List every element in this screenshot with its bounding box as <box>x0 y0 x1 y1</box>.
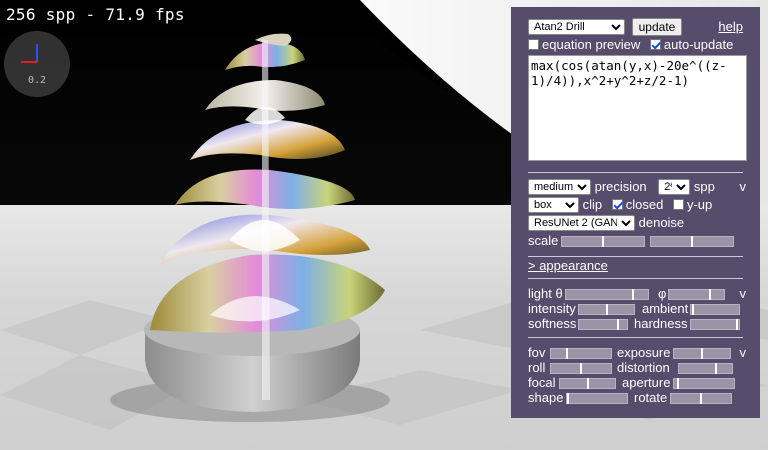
light-theta-slider[interactable] <box>565 289 649 300</box>
scale-readout: 0.2 <box>27 75 47 86</box>
fov-thumb[interactable] <box>566 348 568 359</box>
exposure-label: exposure <box>617 345 671 360</box>
denoise-label: denoise <box>638 215 685 230</box>
roll-slider[interactable] <box>550 363 612 374</box>
divider <box>528 278 743 279</box>
light-theta-label: light θ <box>528 286 563 301</box>
scale-label: scale <box>528 233 559 248</box>
fov-label: fov <box>528 345 546 360</box>
focal-slider[interactable] <box>559 378 616 389</box>
divider <box>528 256 743 257</box>
shape-label: shape <box>528 390 564 405</box>
closed-label: closed <box>625 197 664 212</box>
rotate-thumb[interactable] <box>700 393 702 404</box>
closed-checkbox[interactable] <box>611 199 623 210</box>
distortion-label: distortion <box>617 360 670 375</box>
precision-row: medium precision 2ª spp v <box>528 179 746 195</box>
roll-row: roll distortion <box>528 360 746 376</box>
control-panel: Atan2 Drill update help equation preview… <box>511 7 760 418</box>
aperture-slider[interactable] <box>673 378 735 389</box>
spp-select[interactable]: 2ª <box>658 179 691 195</box>
camera-collapse-toggle[interactable]: v <box>740 345 747 361</box>
quality-collapse-toggle[interactable]: v <box>740 179 747 195</box>
light-row: light θ φ v <box>528 286 746 302</box>
aperture-thumb[interactable] <box>677 378 679 389</box>
denoise-row: ResUNet 2 (GAN) denoise <box>528 215 746 231</box>
distortion-thumb[interactable] <box>715 363 717 374</box>
yup-checkbox[interactable] <box>672 199 684 210</box>
equation-preview-label: equation preview <box>542 37 641 52</box>
shape-thumb[interactable] <box>567 393 569 404</box>
aperture-label: aperture <box>622 375 671 390</box>
intensity-label: intensity <box>528 301 576 316</box>
focal-thumb[interactable] <box>587 378 589 389</box>
hardness-thumb[interactable] <box>736 319 738 330</box>
scale-slider-1[interactable] <box>561 236 645 247</box>
ambient-label: ambient <box>642 301 689 316</box>
precision-label: precision <box>594 179 647 194</box>
appearance-toggle[interactable]: > appearance <box>528 258 608 273</box>
axis-gizmo-icon <box>21 44 38 63</box>
clip-label: clip <box>582 197 603 212</box>
light-phi-thumb[interactable] <box>709 289 711 300</box>
intensity-thumb[interactable] <box>606 304 608 315</box>
preset-select[interactable]: Atan2 Drill <box>528 19 625 35</box>
scale-slider-2-thumb[interactable] <box>691 236 693 247</box>
light-phi-label: φ <box>658 286 667 301</box>
softness-row: softness hardness <box>528 316 746 332</box>
ambient-slider[interactable] <box>690 304 740 315</box>
distortion-slider[interactable] <box>678 363 733 374</box>
spp-label: spp <box>693 179 715 194</box>
clip-row: box clip closed y-up <box>528 197 746 213</box>
lighting-collapse-toggle[interactable]: v <box>740 286 747 302</box>
help-link[interactable]: help <box>718 19 743 35</box>
yup-label: y-up <box>686 197 713 212</box>
auto-update-checkbox[interactable] <box>649 39 661 50</box>
precision-select[interactable]: medium <box>528 179 591 195</box>
appearance-row: > appearance <box>528 258 746 274</box>
scale-slider-1-thumb[interactable] <box>602 236 604 247</box>
intensity-slider[interactable] <box>578 304 635 315</box>
softness-slider[interactable] <box>578 319 628 330</box>
scale-slider-2[interactable] <box>650 236 734 247</box>
axis-gizmo[interactable]: 0.2 <box>4 31 70 97</box>
fps-counter: 256 spp - 71.9 fps <box>6 5 185 24</box>
preview-row: equation preview auto-update <box>528 37 746 53</box>
light-phi-slider[interactable] <box>668 289 725 300</box>
preset-row: Atan2 Drill update help <box>528 18 746 36</box>
exposure-slider[interactable] <box>673 348 731 359</box>
denoise-select[interactable]: ResUNet 2 (GAN) <box>528 215 635 231</box>
shape-row: shape rotate <box>528 390 746 406</box>
fov-row: fov exposure v <box>528 345 746 361</box>
hardness-label: hardness <box>634 316 688 331</box>
light-theta-thumb[interactable] <box>632 289 634 300</box>
fov-slider[interactable] <box>550 348 612 359</box>
ambient-thumb[interactable] <box>692 304 694 315</box>
focal-row: focal aperture <box>528 375 746 391</box>
focal-label: focal <box>528 375 556 390</box>
divider <box>528 172 743 173</box>
divider <box>528 337 743 338</box>
expression-input[interactable] <box>528 55 747 161</box>
roll-thumb[interactable] <box>580 363 582 374</box>
scale-row: scale <box>528 233 746 249</box>
hardness-slider[interactable] <box>690 319 740 330</box>
clip-select[interactable]: box <box>528 197 579 213</box>
intensity-row: intensity ambient <box>528 301 746 317</box>
roll-label: roll <box>528 360 546 375</box>
exposure-thumb[interactable] <box>701 348 703 359</box>
softness-label: softness <box>528 316 577 331</box>
softness-thumb[interactable] <box>617 319 619 330</box>
equation-preview-checkbox[interactable] <box>528 39 539 50</box>
update-button[interactable]: update <box>631 18 683 36</box>
rotate-slider[interactable] <box>670 393 732 404</box>
rotate-label: rotate <box>634 390 668 405</box>
auto-update-label: auto-update <box>663 37 734 52</box>
shape-slider[interactable] <box>566 393 628 404</box>
